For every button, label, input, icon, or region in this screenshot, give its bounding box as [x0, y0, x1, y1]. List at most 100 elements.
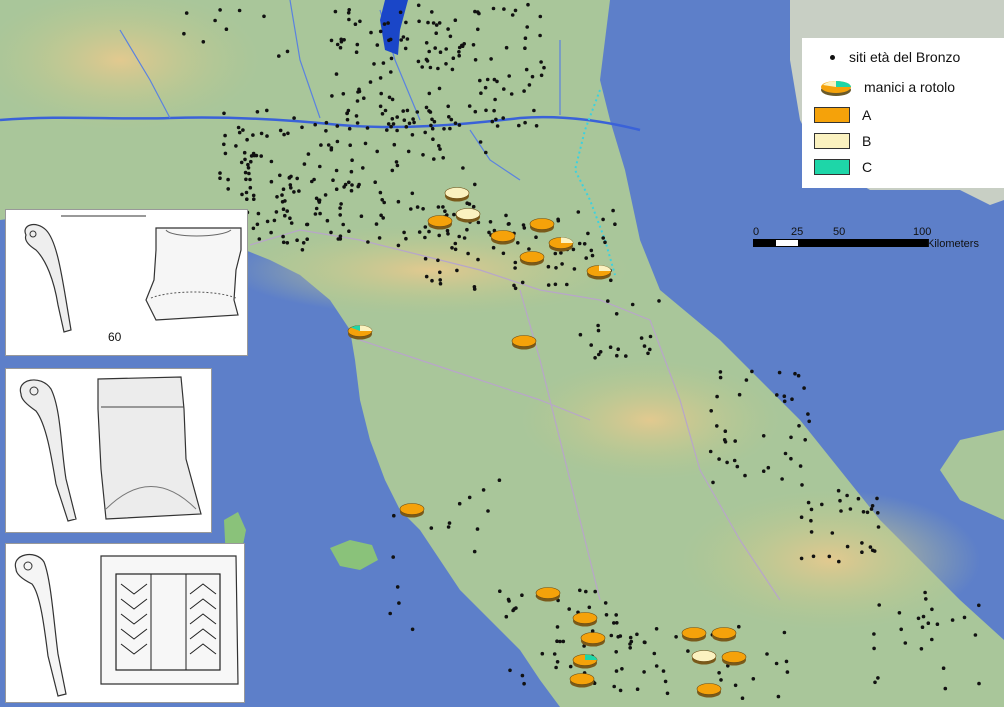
site-dot	[751, 677, 756, 681]
site-dot	[401, 35, 406, 39]
site-dot	[558, 639, 562, 644]
site-dot	[424, 41, 429, 45]
site-dot	[397, 601, 401, 605]
site-dot	[802, 386, 806, 390]
site-dot	[572, 267, 577, 271]
site-dot	[415, 110, 420, 114]
rolled-handle-marker[interactable]	[347, 325, 373, 340]
site-dot	[615, 621, 619, 625]
site-dot	[297, 189, 301, 193]
rolled-handle-marker[interactable]	[711, 627, 737, 642]
site-dot	[432, 119, 437, 124]
site-dot	[926, 621, 931, 625]
site-dot	[624, 354, 628, 358]
site-dot	[715, 394, 719, 399]
site-dot	[478, 140, 483, 144]
site-dot	[506, 222, 511, 226]
site-dot	[648, 347, 652, 352]
site-dot	[383, 108, 388, 113]
site-dot	[603, 240, 607, 245]
site-dot	[837, 559, 841, 564]
site-dot	[856, 496, 861, 501]
site-dot	[226, 187, 230, 191]
site-dot	[473, 58, 478, 62]
rolled-handle-marker[interactable]	[444, 187, 470, 202]
rolled-handle-marker[interactable]	[490, 230, 516, 245]
site-dot	[421, 207, 425, 211]
site-dot	[300, 125, 304, 130]
site-dot	[601, 217, 605, 222]
site-dot	[811, 554, 816, 559]
site-dot	[873, 680, 877, 685]
rolled-handle-marker[interactable]	[572, 612, 598, 627]
site-dot	[347, 229, 351, 233]
site-dot	[391, 122, 396, 126]
site-dot	[237, 8, 242, 13]
site-dot	[245, 197, 249, 201]
site-dot	[218, 176, 222, 180]
rolled-handle-marker[interactable]	[691, 650, 717, 665]
rolled-handle-marker[interactable]	[427, 215, 453, 230]
site-dot	[560, 262, 564, 266]
rolled-handle-marker[interactable]	[455, 208, 481, 223]
site-dot	[251, 193, 256, 198]
site-dot	[584, 589, 588, 594]
site-dot	[492, 77, 497, 82]
rolled-handle-marker[interactable]	[399, 503, 425, 518]
rolled-handle-marker[interactable]	[681, 627, 707, 642]
site-dot	[589, 343, 593, 347]
site-dot	[461, 166, 465, 170]
site-dot	[766, 465, 771, 470]
site-dot	[346, 108, 351, 113]
rolled-handle-marker[interactable]	[548, 237, 574, 252]
site-dot	[453, 247, 458, 252]
rolled-handle-marker[interactable]	[586, 265, 612, 280]
site-dot	[475, 527, 480, 531]
site-dot	[473, 182, 477, 187]
site-dot	[453, 121, 458, 125]
site-dot	[295, 176, 300, 181]
site-dot	[587, 605, 592, 610]
site-dot	[559, 251, 563, 255]
site-dot	[415, 205, 420, 209]
site-dot	[339, 37, 344, 42]
site-dot	[723, 440, 728, 444]
site-dot	[553, 282, 558, 287]
site-dot	[282, 132, 286, 137]
rolled-handle-marker[interactable]	[529, 218, 555, 233]
site-dot	[430, 126, 435, 131]
site-dot	[222, 142, 226, 147]
site-dot	[357, 87, 361, 92]
site-dot	[582, 242, 587, 246]
site-dot	[451, 56, 456, 60]
site-dot	[437, 86, 442, 91]
site-dot	[256, 211, 261, 216]
site-dot	[789, 456, 793, 461]
rolled-handle-marker[interactable]	[580, 632, 606, 647]
site-dot	[719, 678, 723, 682]
site-dot	[443, 209, 447, 213]
site-dot	[534, 124, 539, 128]
site-dot	[450, 67, 455, 72]
rolled-handle-marker[interactable]	[696, 683, 722, 698]
site-dot	[611, 208, 615, 213]
site-dot	[725, 460, 729, 465]
rolled-handle-marker[interactable]	[569, 673, 595, 688]
site-dot	[524, 67, 529, 72]
rolled-handle-marker[interactable]	[519, 251, 545, 266]
site-dot	[799, 556, 804, 561]
site-dot	[556, 217, 560, 222]
legend-handles-label: manici a rotolo	[864, 79, 956, 95]
rolled-handle-marker[interactable]	[511, 335, 537, 350]
rolled-handle-marker[interactable]	[572, 654, 598, 669]
handle-drawing-3	[14, 553, 239, 697]
site-dot	[436, 205, 441, 209]
site-dot	[237, 130, 242, 135]
site-dot	[436, 258, 440, 263]
site-dot	[431, 137, 435, 141]
site-dot	[493, 97, 497, 102]
site-dot	[325, 218, 330, 223]
rolled-handle-marker[interactable]	[535, 587, 561, 602]
site-dot	[457, 234, 462, 239]
rolled-handle-marker[interactable]	[721, 651, 747, 666]
